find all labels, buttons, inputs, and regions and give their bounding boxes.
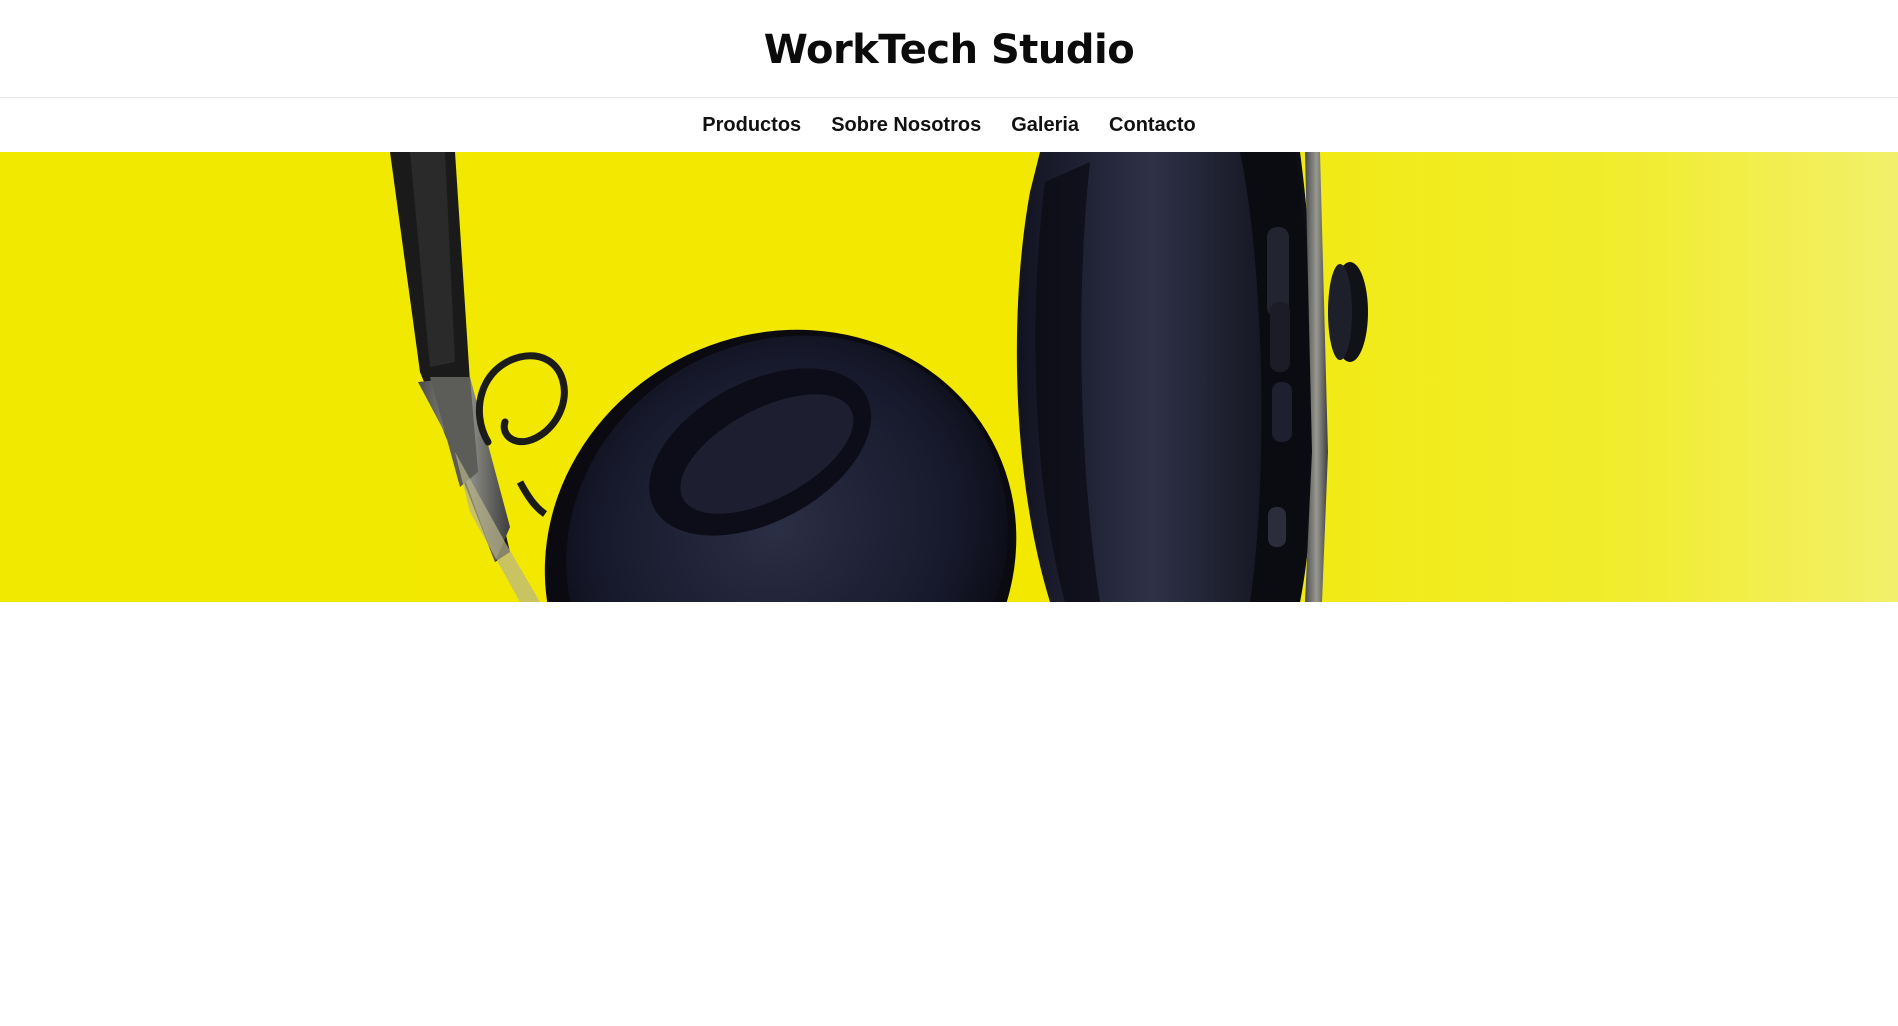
main-nav: Productos Sobre Nosotros Galeria Contact… (0, 98, 1898, 152)
headphones-image (390, 152, 1368, 602)
nav-link-galeria[interactable]: Galeria (1011, 114, 1079, 137)
nav-link-contacto[interactable]: Contacto (1109, 114, 1196, 137)
nav-link-productos[interactable]: Productos (702, 114, 801, 137)
site-header: WorkTech Studio (0, 0, 1898, 98)
site-title[interactable]: WorkTech Studio (764, 25, 1135, 73)
main-content (0, 602, 1898, 1026)
nav-link-sobre-nosotros[interactable]: Sobre Nosotros (831, 114, 981, 137)
hero-banner (0, 152, 1898, 602)
